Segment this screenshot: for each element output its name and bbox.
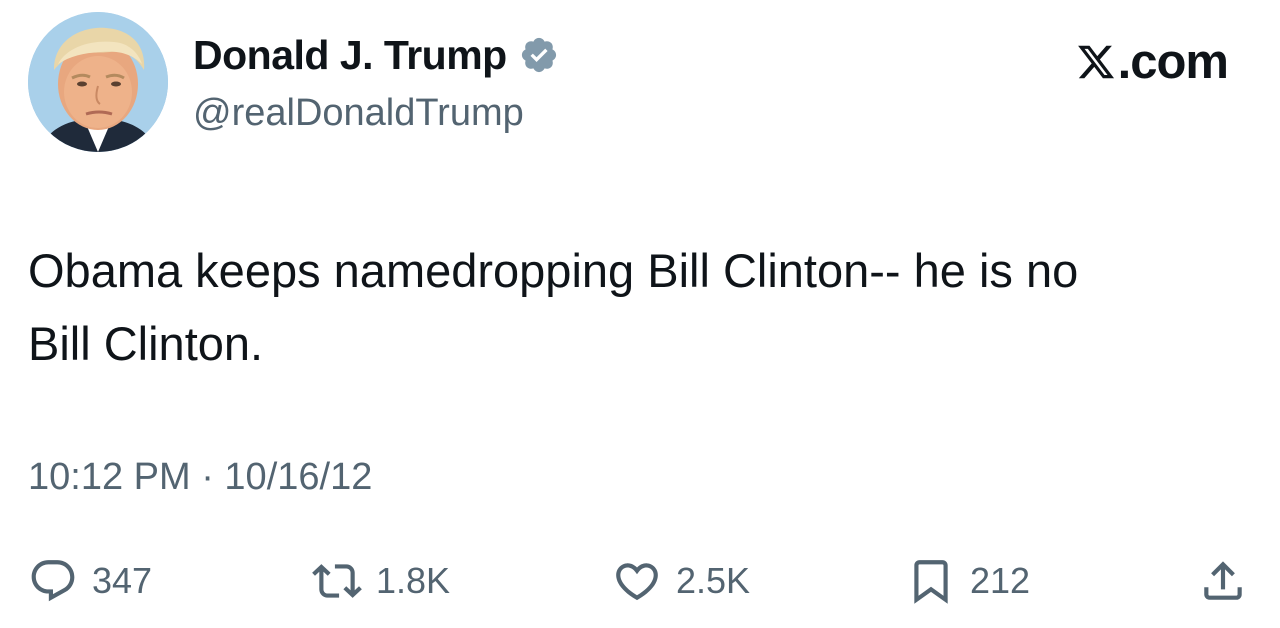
bookmark-button[interactable]: 212: [906, 556, 1030, 606]
author-name-row: Donald J. Trump: [193, 30, 559, 80]
reply-button[interactable]: 347: [28, 556, 152, 606]
action-bar: 347 1.8K 2.5K 212: [0, 548, 1280, 618]
verified-badge-icon: [519, 35, 559, 75]
heart-icon: [612, 556, 662, 606]
bookmark-count: 212: [970, 560, 1031, 601]
reply-icon: [28, 556, 78, 606]
like-count: 2.5K: [676, 560, 751, 601]
retweet-count: 1.8K: [376, 560, 451, 601]
brand-logo: .com: [1076, 34, 1229, 90]
brand-text: .com: [1117, 35, 1229, 89]
bookmark-icon: [906, 556, 956, 606]
retweet-button[interactable]: 1.8K: [312, 556, 450, 606]
x-logo-icon: [1076, 42, 1116, 82]
retweet-icon: [312, 556, 362, 606]
avatar[interactable]: [28, 12, 168, 152]
tweet-timestamp[interactable]: 10:12 PM · 10/16/12: [28, 456, 372, 499]
share-button[interactable]: [1198, 556, 1248, 606]
tweet-card: Donald J. Trump @realDonaldTrump .com Ob…: [0, 0, 1280, 628]
tweet-text: Obama keeps namedropping Bill Clinton-- …: [28, 244, 1079, 370]
like-button[interactable]: 2.5K: [612, 556, 750, 606]
author-handle[interactable]: @realDonaldTrump: [193, 92, 524, 135]
display-name[interactable]: Donald J. Trump: [193, 32, 507, 79]
share-icon: [1198, 556, 1248, 606]
reply-count: 347: [92, 560, 153, 601]
profile-photo: [28, 12, 168, 152]
